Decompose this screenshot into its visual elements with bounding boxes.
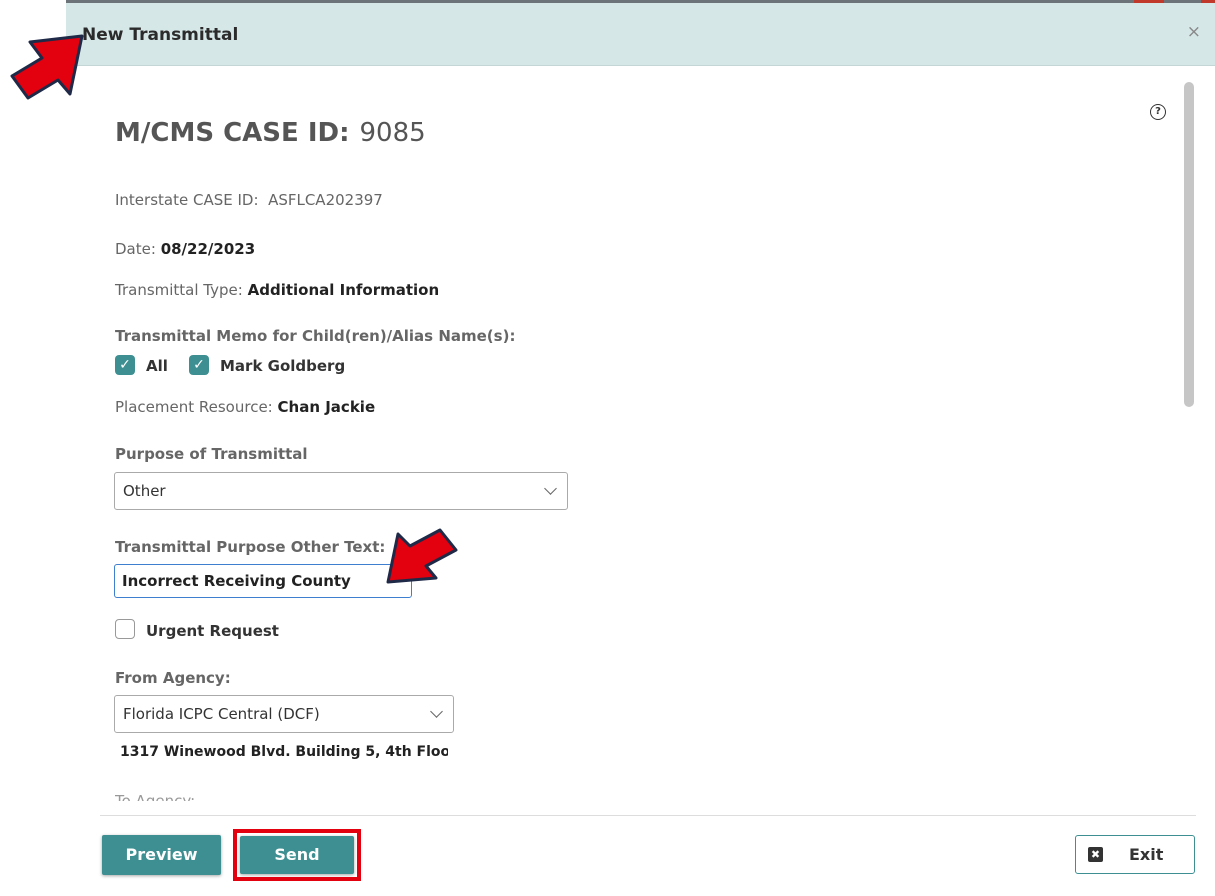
checkbox-all-label: All [146, 357, 168, 375]
placement-value: Chan Jackie [277, 398, 376, 416]
modal-title: New Transmittal [82, 25, 239, 45]
urgent-request-label: Urgent Request [146, 622, 279, 640]
checkmark-icon: ✓ [119, 357, 131, 373]
from-agency-address: 1317 Winewood Blvd. Building 5, 4th Floo… [120, 744, 448, 760]
date-value: 08/22/2023 [160, 240, 256, 258]
send-highlight-box [233, 829, 361, 881]
checkbox-all[interactable]: ✓ [115, 355, 135, 375]
transmittal-type-line: Transmittal Type: Additional Information [115, 281, 439, 299]
date-line: Date: 08/22/2023 [115, 240, 255, 258]
annotation-arrow-icon [10, 34, 84, 100]
placement-label: Placement Resource: [115, 398, 273, 416]
from-agency-select-value: Florida ICPC Central (DCF) [123, 705, 320, 723]
annotation-arrow-icon [386, 528, 458, 584]
exit-button[interactable]: ✖ Exit [1075, 835, 1195, 874]
purpose-select[interactable]: Other [114, 472, 568, 510]
preview-button[interactable]: Preview [102, 835, 221, 875]
to-agency-label-partial: To Agency: [115, 792, 196, 801]
date-label: Date: [115, 240, 156, 258]
interstate-value: ASFLCA202397 [268, 191, 383, 209]
from-agency-select[interactable]: Florida ICPC Central (DCF) [114, 695, 454, 733]
purpose-other-input[interactable]: Incorrect Receiving County [114, 564, 412, 598]
memo-label: Transmittal Memo for Child(ren)/Alias Na… [115, 327, 516, 345]
transmittal-type-value: Additional Information [247, 281, 440, 299]
interstate-case-id: Interstate CASE ID: ASFLCA202397 [115, 191, 383, 209]
checkmark-icon: ✓ [193, 357, 205, 373]
scrollbar-thumb[interactable] [1184, 82, 1194, 407]
exit-label: Exit [1129, 845, 1164, 864]
transmittal-type-label: Transmittal Type: [115, 281, 243, 299]
from-agency-label: From Agency: [115, 669, 231, 687]
interstate-label: Interstate CASE ID: [115, 191, 259, 209]
checkbox-mark-goldberg-label: Mark Goldberg [220, 357, 346, 375]
purpose-other-label: Transmittal Purpose Other Text: [115, 538, 386, 556]
help-icon[interactable]: ? [1150, 104, 1166, 120]
case-id-value: 9085 [359, 118, 426, 148]
close-box-icon: ✖ [1088, 847, 1103, 862]
footer-divider [100, 815, 1196, 816]
left-margin [0, 0, 66, 896]
purpose-select-value: Other [123, 482, 166, 500]
modal-header: New Transmittal × [66, 3, 1215, 66]
urgent-request-checkbox[interactable] [115, 619, 135, 639]
chevron-down-icon [544, 482, 557, 495]
case-id-label: M/CMS CASE ID: [115, 118, 350, 148]
checkbox-mark-goldberg[interactable]: ✓ [189, 355, 209, 375]
case-id-heading: M/CMS CASE ID: 9085 [115, 118, 426, 148]
close-icon[interactable]: × [1187, 22, 1201, 42]
chevron-down-icon [430, 705, 443, 718]
placement-line: Placement Resource: Chan Jackie [115, 398, 375, 416]
purpose-label: Purpose of Transmittal [115, 445, 308, 463]
